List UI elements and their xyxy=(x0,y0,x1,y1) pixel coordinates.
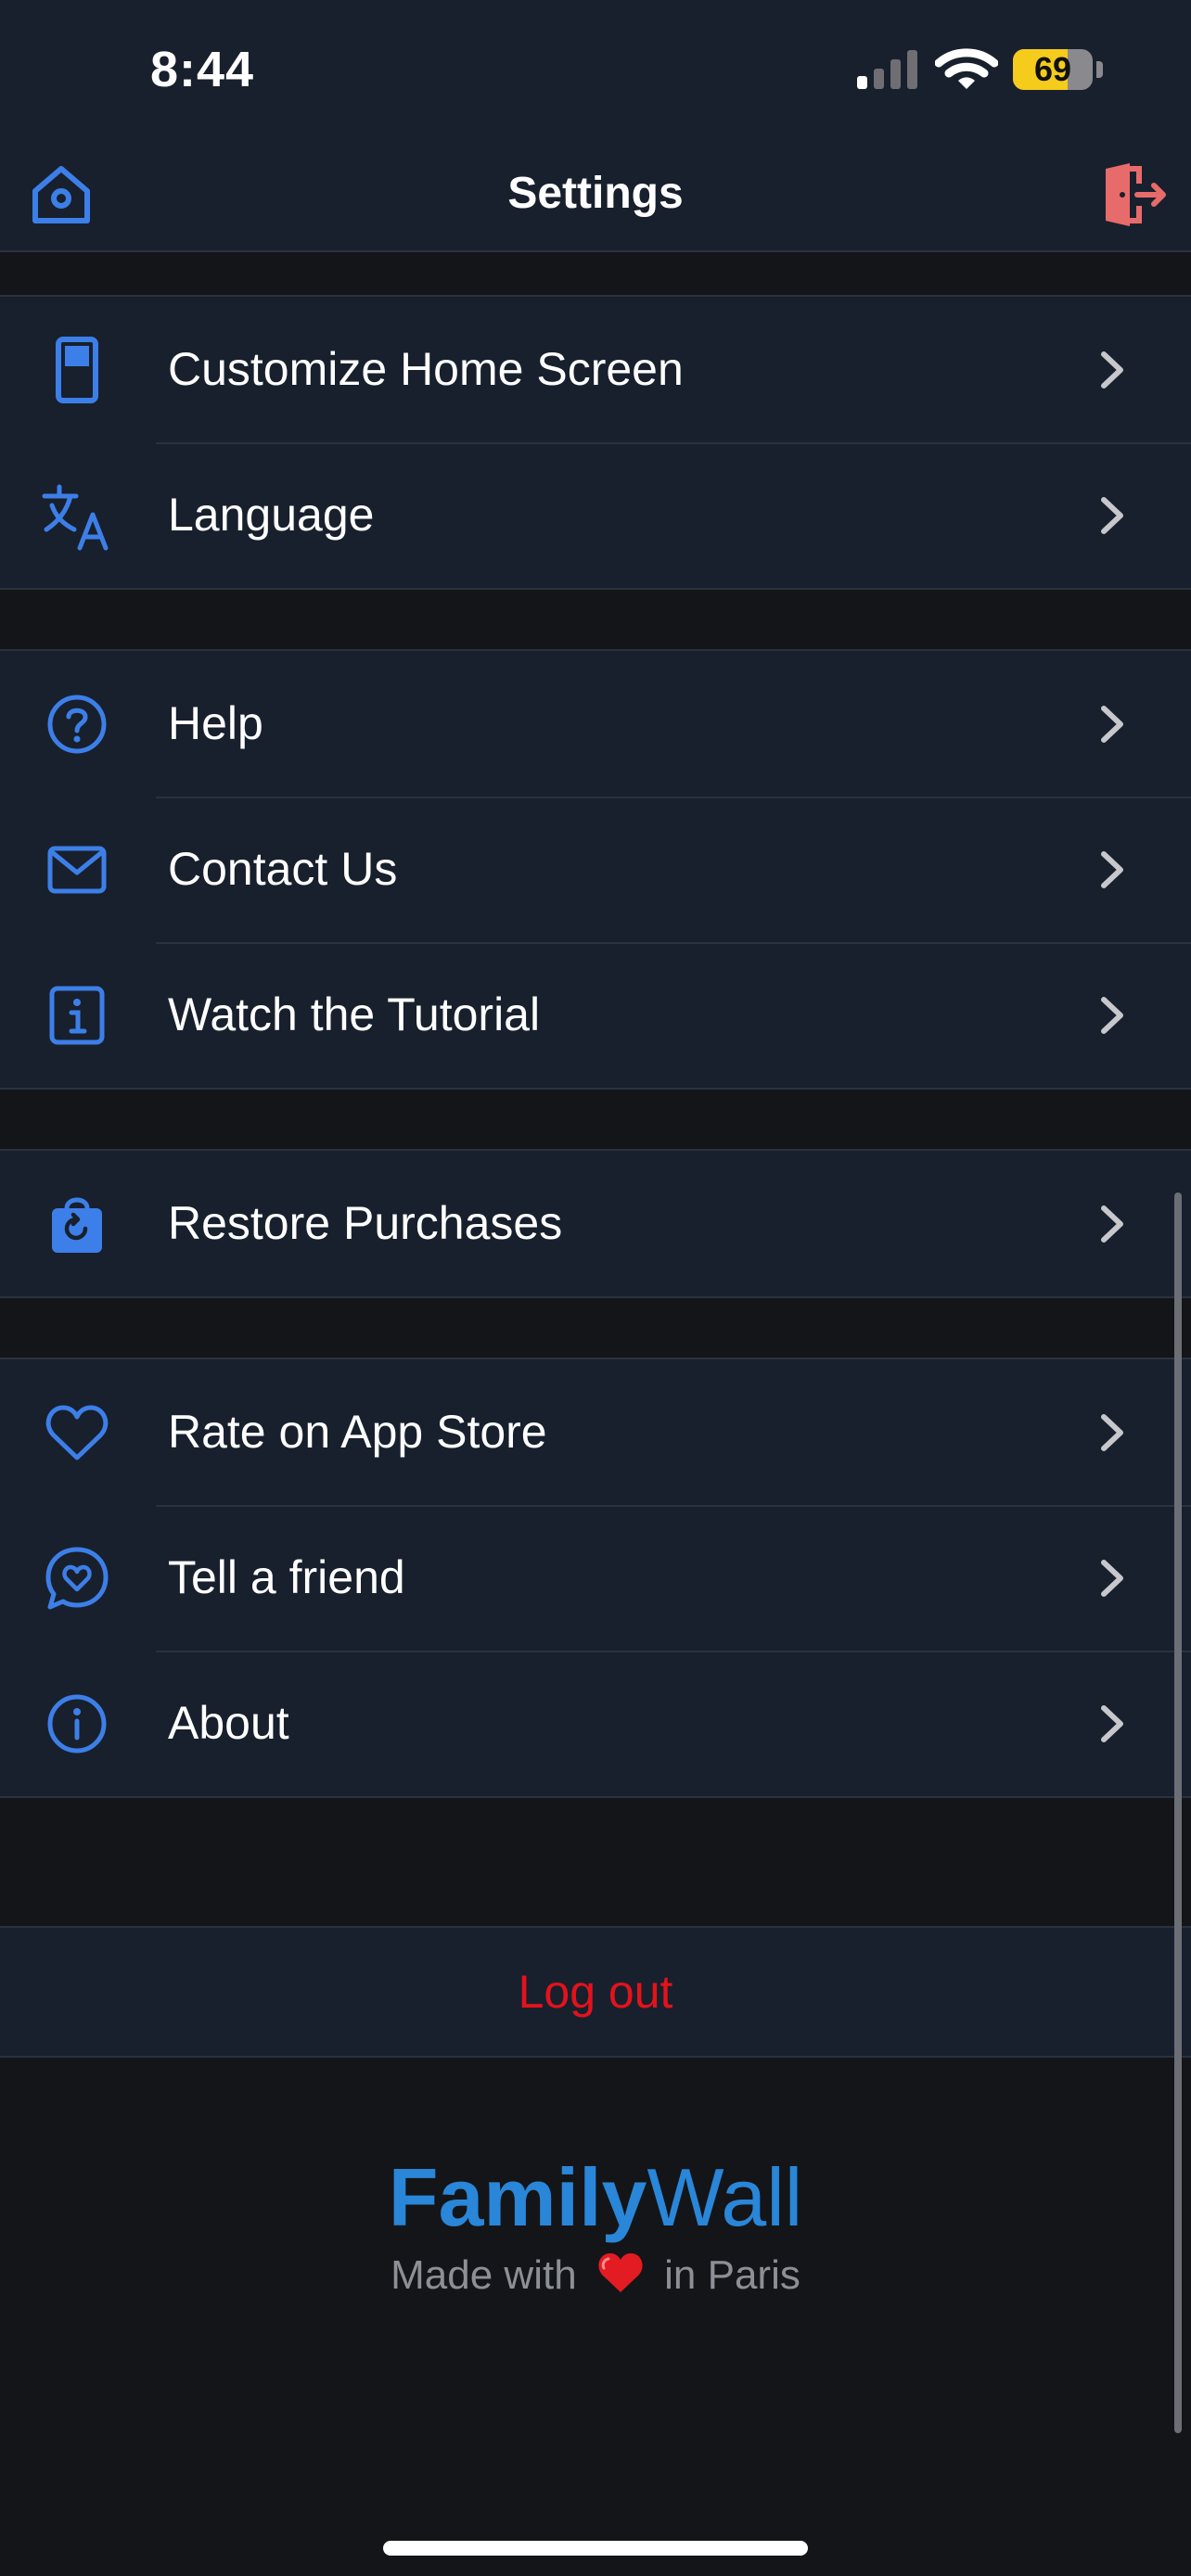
row-restore-purchases[interactable]: Restore Purchases xyxy=(0,1151,1191,1296)
settings-list[interactable]: Customize Home Screen Language Help Cont… xyxy=(0,252,1191,2058)
chevron-right-icon xyxy=(1101,851,1123,888)
scrollbar[interactable] xyxy=(1174,1192,1182,2433)
home-indicator[interactable] xyxy=(383,2541,808,2556)
brand-part-wall: Wall xyxy=(647,2151,803,2243)
shopping-bag-restore-icon xyxy=(52,1197,102,1253)
red-heart-icon xyxy=(598,2253,643,2292)
row-language[interactable]: Language xyxy=(0,442,1191,588)
row-label: Language xyxy=(168,489,375,541)
settings-group-support: Help Contact Us Watch the Tutorial xyxy=(0,649,1191,1090)
row-help[interactable]: Help xyxy=(0,651,1191,797)
battery-cap xyxy=(1096,61,1103,78)
logout-button[interactable]: Log out xyxy=(0,1926,1191,2058)
row-rate-app-store[interactable]: Rate on App Store xyxy=(0,1359,1191,1505)
familywall-logo: FamilyWall xyxy=(0,2151,1191,2244)
row-label: About xyxy=(168,1697,289,1749)
wifi-icon xyxy=(935,48,998,89)
battery-percent-label: 69 xyxy=(1033,50,1072,88)
chevron-right-icon xyxy=(1101,1705,1123,1742)
row-label: Contact Us xyxy=(168,843,398,895)
exit-door-icon[interactable] xyxy=(1098,159,1169,230)
heart-icon xyxy=(45,1405,109,1460)
info-circle-icon xyxy=(47,1694,107,1753)
settings-group-display: Customize Home Screen Language xyxy=(0,295,1191,590)
row-label: Help xyxy=(168,697,263,749)
chevron-right-icon xyxy=(1101,497,1123,534)
section-spacer xyxy=(0,590,1191,649)
row-customize-home-screen[interactable]: Customize Home Screen xyxy=(0,297,1191,442)
translate-icon xyxy=(42,484,109,551)
row-label: Watch the Tutorial xyxy=(168,988,541,1040)
section-spacer xyxy=(0,252,1191,295)
navigation-bar: Settings xyxy=(0,139,1191,252)
row-label: Customize Home Screen xyxy=(168,343,684,395)
tagline-after: in Paris xyxy=(664,2252,800,2298)
chevron-right-icon xyxy=(1101,706,1123,743)
status-time: 8:44 xyxy=(150,42,255,97)
envelope-icon xyxy=(47,846,107,894)
page-title: Settings xyxy=(507,169,684,218)
chevron-right-icon xyxy=(1101,1414,1123,1451)
phone-screen-icon xyxy=(56,337,98,403)
cellular-signal-icon xyxy=(857,50,917,89)
tagline-before: Made with xyxy=(391,2252,577,2298)
row-about[interactable]: About xyxy=(0,1651,1191,1796)
section-spacer xyxy=(0,1298,1191,1358)
question-circle-icon xyxy=(47,695,107,754)
row-tell-a-friend[interactable]: Tell a friend xyxy=(0,1505,1191,1651)
row-label: Restore Purchases xyxy=(168,1197,563,1249)
settings-group-about: Rate on App Store Tell a friend About xyxy=(0,1358,1191,1798)
section-spacer xyxy=(0,1798,1191,1926)
row-watch-tutorial[interactable]: Watch the Tutorial xyxy=(0,942,1191,1088)
row-label: Rate on App Store xyxy=(168,1406,547,1458)
row-contact-us[interactable]: Contact Us xyxy=(0,797,1191,942)
status-bar: 8:44 69 xyxy=(0,0,1191,139)
chevron-right-icon xyxy=(1101,997,1123,1034)
chevron-right-icon xyxy=(1101,1205,1123,1243)
info-square-icon xyxy=(49,986,105,1045)
battery-indicator: 69 xyxy=(1013,49,1093,90)
chevron-right-icon xyxy=(1101,351,1123,389)
brand-part-family: Family xyxy=(388,2151,647,2243)
chevron-right-icon xyxy=(1101,1560,1123,1597)
made-with-love-tagline: Made with in Paris xyxy=(0,2248,1191,2303)
chat-heart-icon xyxy=(45,1547,109,1610)
logout-label: Log out xyxy=(518,1966,673,2018)
section-spacer xyxy=(0,1090,1191,1149)
settings-group-purchases: Restore Purchases xyxy=(0,1149,1191,1298)
row-label: Tell a friend xyxy=(168,1551,405,1603)
